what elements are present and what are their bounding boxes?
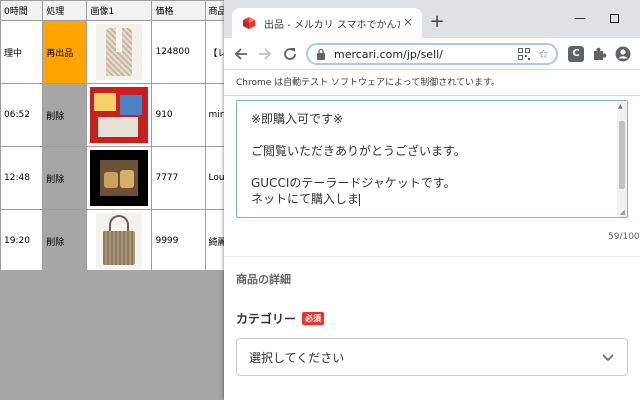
time-cell[interactable]: 19:20 xyxy=(0,209,44,270)
table-row: 理中 再出品 124800 【レス xyxy=(0,20,260,84)
chevron-down-icon xyxy=(602,354,614,362)
image-cell[interactable] xyxy=(86,209,153,270)
price-cell[interactable]: 910 xyxy=(151,83,206,147)
profile-icon[interactable] xyxy=(614,45,632,63)
url-text[interactable]: mercari.com/jp/sell/ xyxy=(334,48,518,61)
description-line: ご閲覧いただきありがとうございます。 xyxy=(251,144,466,158)
jacket-thumbnail xyxy=(96,24,143,80)
category-select[interactable]: 選択してください xyxy=(236,338,628,376)
character-count: 59/1000 xyxy=(608,232,640,242)
resize-handle-icon[interactable]: ◢ xyxy=(620,208,625,216)
star-icon[interactable]: ☆ xyxy=(538,48,550,60)
qr-code-icon[interactable] xyxy=(518,48,530,60)
tab-mercari-sell[interactable]: 出品 - メルカリ スマホでかんたん フリ ✕ xyxy=(232,8,422,38)
time-cell[interactable]: 06:52 xyxy=(0,83,44,147)
required-badge: 必須 xyxy=(302,312,325,325)
bag-thumbnail xyxy=(96,213,143,269)
back-arrow-icon[interactable] xyxy=(232,45,250,63)
time-cell[interactable]: 理中 xyxy=(0,20,44,84)
action-cell[interactable]: 削除 xyxy=(42,146,88,210)
table-row: 12:48 削除 7777 Lou xyxy=(0,146,260,210)
table-row: 06:52 削除 910 min xyxy=(0,83,260,147)
extension-c-icon[interactable]: C xyxy=(568,46,584,62)
header-price[interactable]: 価格 xyxy=(151,0,206,21)
title-bar: 出品 - メルカリ スマホでかんたん フリ ✕ + — xyxy=(224,0,640,38)
minimize-button[interactable]: — xyxy=(568,8,592,28)
price-cell[interactable]: 7777 xyxy=(151,146,206,210)
scroll-up-icon[interactable]: ▲ xyxy=(618,103,623,110)
shoes-thumbnail xyxy=(90,150,149,206)
image-cell[interactable] xyxy=(86,146,153,210)
description-scrollbar[interactable]: ▲ xyxy=(617,101,627,217)
description-text[interactable]: ※即購入可です※ ご閲覧いただきありがとうございます。 GUCCIのテーラードジ… xyxy=(251,111,611,207)
puzzle-icon[interactable] xyxy=(590,45,608,63)
address-bar[interactable]: mercari.com/jp/sell/ ☆ xyxy=(306,43,558,65)
description-line: GUCCIのテーラードジャケットです。 xyxy=(251,176,456,190)
text-caret xyxy=(359,193,361,206)
table-row: 19:20 削除 9999 綺麗 xyxy=(0,209,260,270)
image-cell[interactable] xyxy=(86,20,153,84)
automation-infobar: Chrome は自動テスト ソフトウェアによって制御されています。 xyxy=(224,70,640,96)
sell-page: ※即購入可です※ ご閲覧いただきありがとうございます。 GUCCIのテーラードジ… xyxy=(224,96,640,400)
header-action[interactable]: 処理 xyxy=(42,0,88,21)
price-cell[interactable]: 124800 xyxy=(151,20,206,84)
description-line xyxy=(251,127,611,143)
toolbar: mercari.com/jp/sell/ ☆ C xyxy=(224,38,640,70)
header-time[interactable]: 0時間 xyxy=(0,0,44,21)
plus-icon[interactable]: + xyxy=(426,12,448,34)
maximize-button[interactable] xyxy=(602,8,626,28)
scrollbar-thumb[interactable] xyxy=(619,121,625,189)
collage-thumbnail xyxy=(90,87,149,143)
header-image[interactable]: 画像1 xyxy=(86,0,153,21)
description-line: ※即購入可です※ xyxy=(251,112,344,126)
mercari-favicon xyxy=(243,17,255,29)
description-textarea[interactable]: ※即購入可です※ ご閲覧いただきありがとうございます。 GUCCIのテーラードジ… xyxy=(236,100,628,218)
lock-icon[interactable] xyxy=(316,48,326,60)
forward-arrow-icon[interactable] xyxy=(256,45,274,63)
browser-window: 出品 - メルカリ スマホでかんたん フリ ✕ + — mercari.com/… xyxy=(224,0,640,400)
details-heading: 商品の詳細 xyxy=(236,273,291,286)
action-cell[interactable]: 削除 xyxy=(42,83,88,147)
tab-title: 出品 - メルカリ スマホでかんたん フリ xyxy=(264,19,400,31)
category-select-value: 選択してください xyxy=(249,350,345,365)
description-line xyxy=(251,159,611,175)
header-row: 0時間 処理 画像1 価格 商品 xyxy=(0,0,260,21)
spreadsheet: 0時間 処理 画像1 価格 商品 理中 再出品 124800 【レス 06:52… xyxy=(0,0,260,270)
section-divider xyxy=(224,256,640,257)
listing-table: 0時間 処理 画像1 価格 商品 理中 再出品 124800 【レス 06:52… xyxy=(0,0,260,270)
price-cell[interactable]: 9999 xyxy=(151,209,206,270)
reload-icon[interactable] xyxy=(281,45,299,63)
action-cell[interactable]: 削除 xyxy=(42,209,88,270)
close-icon[interactable]: ✕ xyxy=(400,15,416,31)
time-cell[interactable]: 12:48 xyxy=(0,146,44,210)
action-cell[interactable]: 再出品 xyxy=(42,20,88,84)
category-label: カテゴリー 必須 xyxy=(236,310,325,327)
description-line: ネットにて購入しま xyxy=(251,192,360,206)
image-cell[interactable] xyxy=(86,83,153,147)
description-last-line: ネットにて購入しま xyxy=(251,191,611,207)
category-label-text: カテゴリー xyxy=(236,312,297,326)
